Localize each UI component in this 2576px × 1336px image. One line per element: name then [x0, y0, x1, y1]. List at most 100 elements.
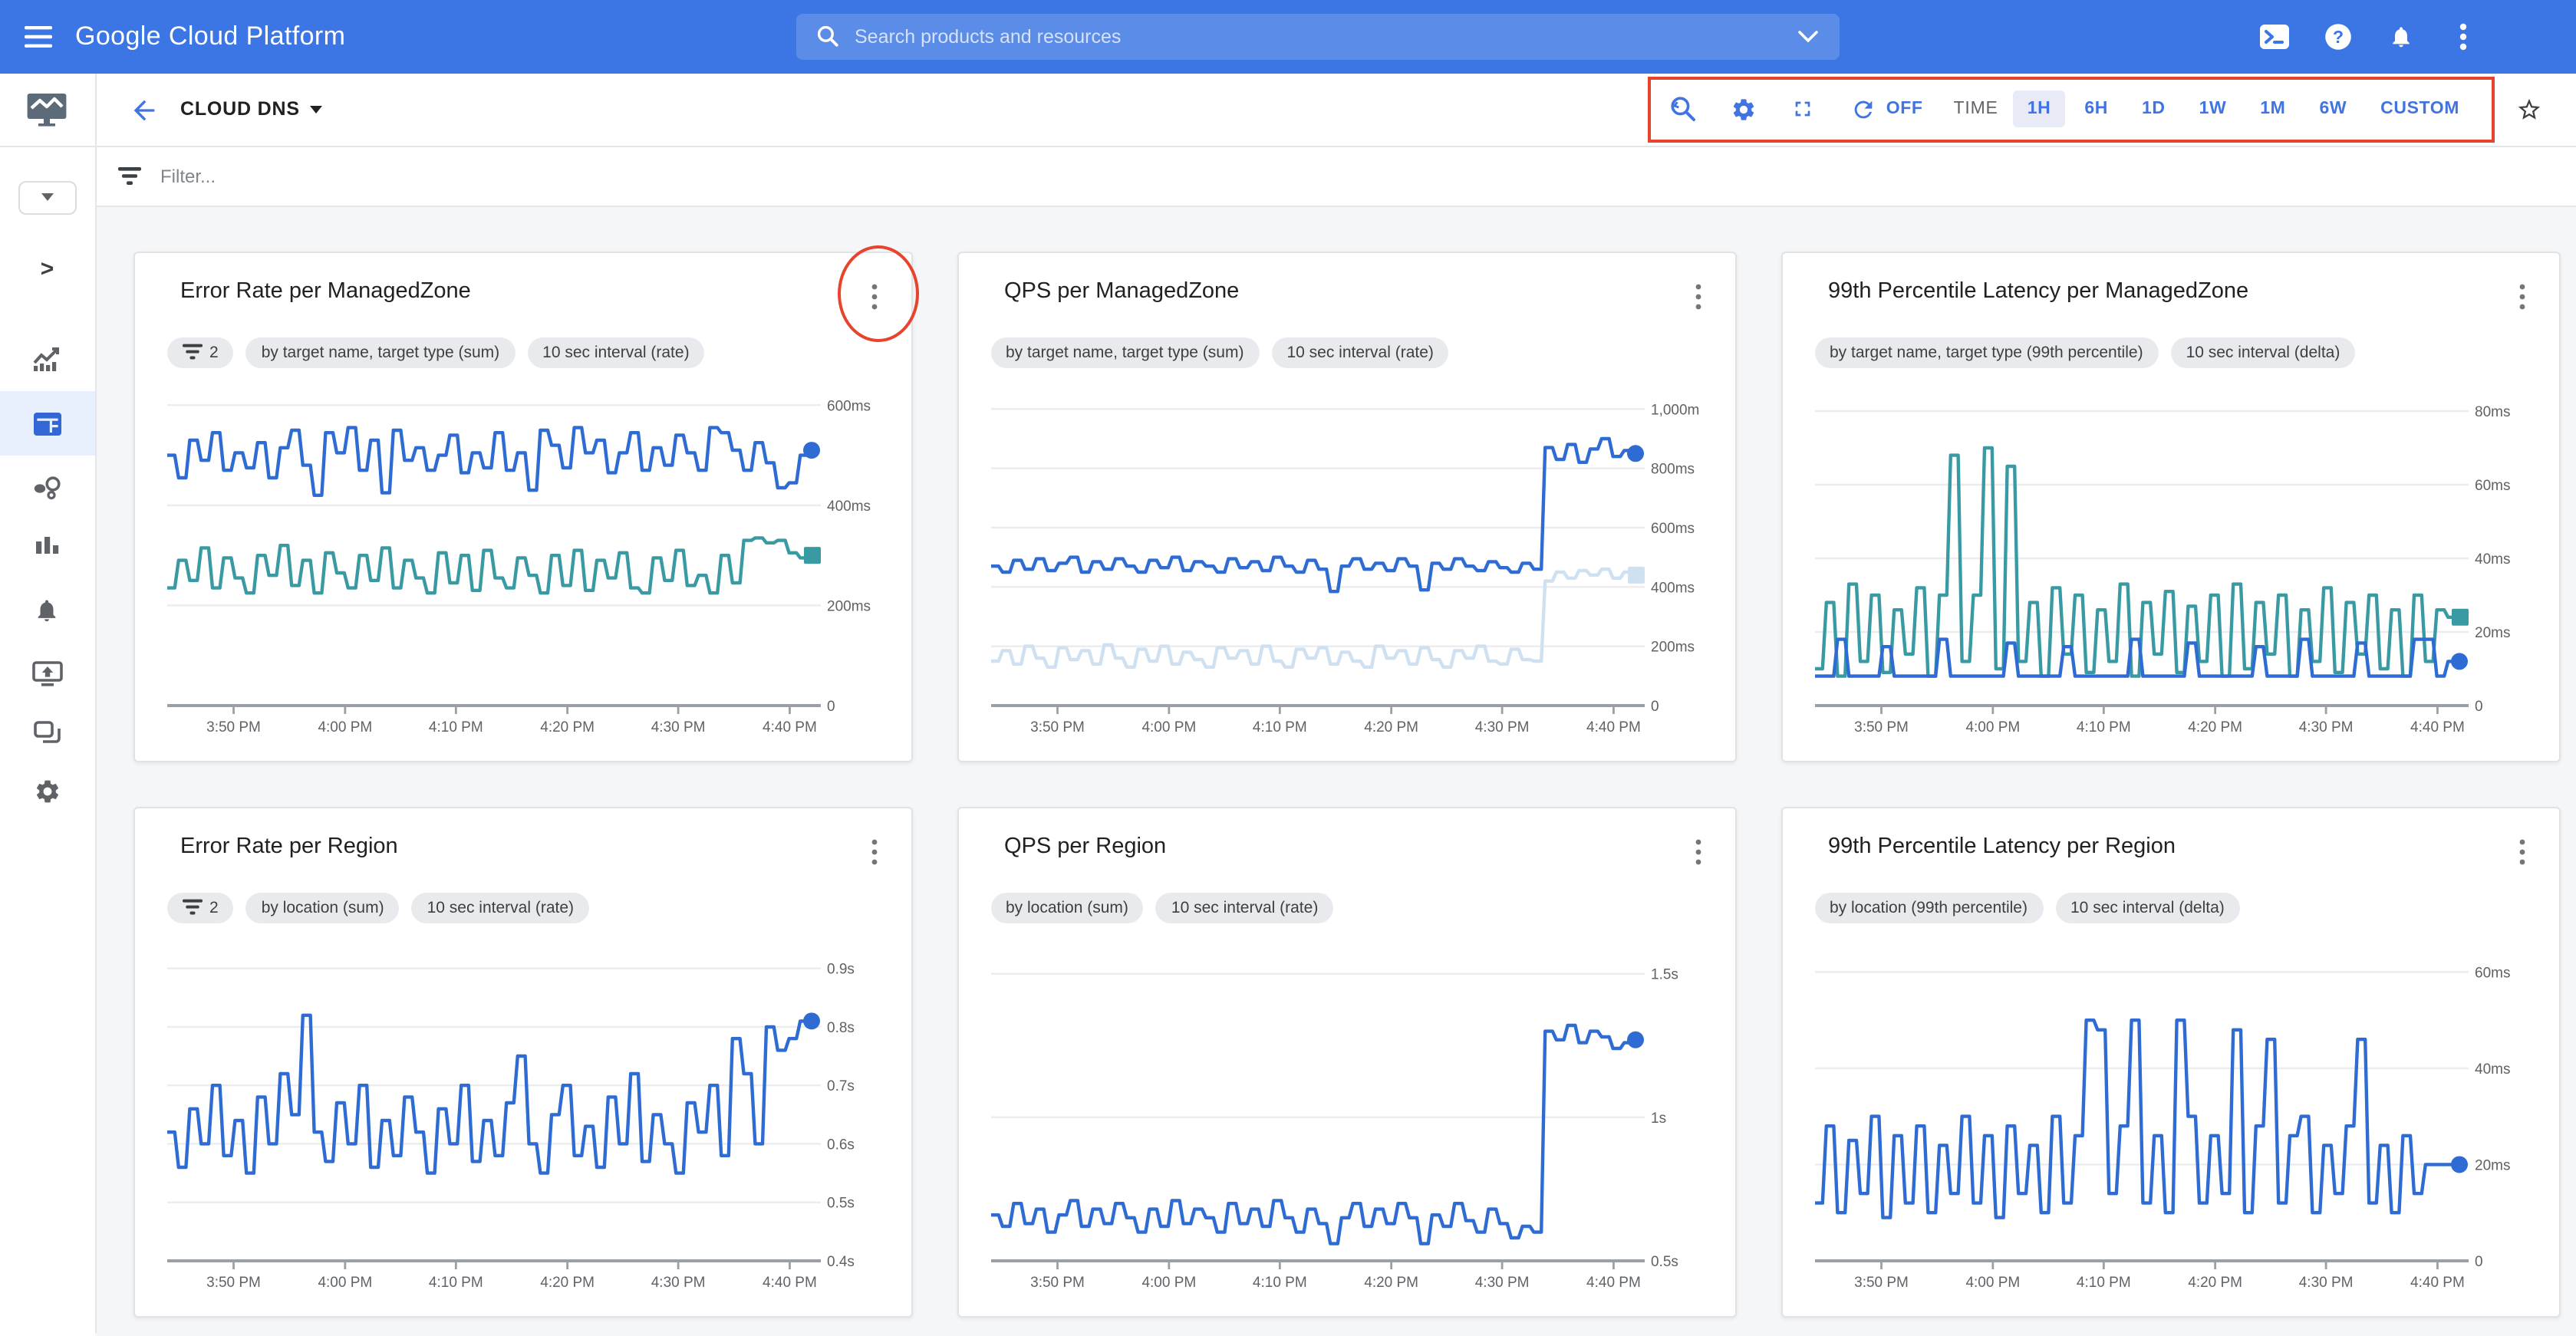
chart-plot[interactable]: 60ms40ms20ms03:50 PM4:00 PM4:10 PM4:20 P…	[1814, 938, 2523, 1294]
more-options-icon[interactable]	[1682, 834, 1713, 870]
svg-text:80ms: 80ms	[2474, 403, 2509, 420]
filter-count-chip[interactable]: 2	[166, 892, 234, 923]
fullscreen-icon[interactable]	[1790, 96, 1817, 123]
filter-count-chip[interactable]: 2	[166, 337, 234, 367]
search-placeholder: Search products and resources	[855, 25, 1798, 47]
notifications-icon[interactable]	[2386, 22, 2415, 51]
metric-badge[interactable]: by location (sum)	[990, 892, 1144, 923]
chart-card-qps-region: QPS per Region by location (sum) 10 sec i…	[957, 806, 1736, 1317]
chart-plot[interactable]: 80ms60ms40ms20ms03:50 PM4:00 PM4:10 PM4:…	[1814, 383, 2523, 739]
chart-plot[interactable]: 0.9s0.8s0.7s0.6s0.5s0.4s3:50 PM4:00 PM4:…	[166, 938, 875, 1294]
svg-text:0: 0	[826, 698, 835, 714]
svg-text:3:50 PM: 3:50 PM	[1029, 719, 1084, 735]
sidebar-item-scope-selector[interactable]	[0, 180, 94, 214]
sidebar-item-dashboards[interactable]	[0, 412, 94, 435]
svg-text:4:40 PM: 4:40 PM	[762, 719, 816, 735]
more-options-icon[interactable]	[858, 834, 889, 870]
main-area: CLOUD DNS OFF	[94, 73, 2576, 1333]
svg-text:600ms: 600ms	[826, 397, 870, 413]
svg-text:60ms: 60ms	[2474, 964, 2509, 980]
sidebar-item-metrics-explorer[interactable]	[0, 535, 94, 558]
monitoring-logo-icon[interactable]	[0, 91, 94, 127]
chart-title: 99th Percentile Latency per Region	[1828, 834, 2176, 858]
app-bar-actions: ?	[2260, 0, 2478, 73]
sidebar-item-metrics-overview[interactable]	[0, 344, 94, 370]
time-range-custom[interactable]: CUSTOM	[2367, 91, 2473, 128]
metric-badge[interactable]: by location (99th percentile)	[1814, 892, 2043, 923]
auto-refresh-off-label[interactable]: OFF	[1886, 100, 1923, 119]
svg-text:60ms: 60ms	[2474, 477, 2509, 493]
metric-badge[interactable]: 10 sec interval (rate)	[412, 892, 589, 923]
sidebar-expand-icon[interactable]: >	[0, 255, 94, 281]
menu-icon[interactable]	[21, 20, 55, 54]
sidebar: >	[0, 73, 96, 1333]
badge-row: 2 by location (sum) 10 sec interval (rate)	[166, 892, 878, 923]
chevron-down-icon[interactable]	[1798, 30, 1818, 42]
chart-title: Error Rate per ManagedZone	[180, 278, 471, 303]
metric-badge[interactable]: 10 sec interval (rate)	[1156, 892, 1333, 923]
svg-text:0: 0	[2474, 1253, 2482, 1269]
svg-text:0: 0	[2474, 698, 2482, 714]
svg-text:3:50 PM: 3:50 PM	[206, 1274, 260, 1290]
more-options-icon[interactable]	[1682, 278, 1713, 315]
filter-bar[interactable]: Filter...	[94, 147, 2576, 206]
metric-badge[interactable]: 10 sec interval (rate)	[1271, 337, 1448, 367]
metric-badge[interactable]: 10 sec interval (delta)	[2055, 892, 2240, 923]
chart-plot[interactable]: 1,000ms800ms600ms400ms200ms03:50 PM4:00 …	[990, 383, 1699, 739]
app-title[interactable]: Google Cloud Platform	[75, 21, 345, 52]
chart-card-error-rate-region: Error Rate per Region 2by location (sum)…	[133, 806, 912, 1317]
more-options-icon[interactable]	[858, 278, 889, 315]
metric-badge[interactable]: by target name, target type (sum)	[990, 337, 1259, 367]
sidebar-item-alerting[interactable]	[0, 596, 94, 624]
more-vert-icon[interactable]	[2449, 22, 2478, 51]
sidebar-divider	[0, 146, 94, 147]
search-input[interactable]: Search products and resources	[796, 13, 1840, 59]
time-range-group: 1H6H1D1W1M6WCUSTOM	[2014, 91, 2473, 128]
svg-text:0: 0	[1650, 698, 1659, 714]
metric-badge[interactable]: by target name, target type (sum)	[246, 337, 515, 367]
svg-text:0.5s: 0.5s	[826, 1195, 854, 1211]
app-bar: Google Cloud Platform Search products an…	[0, 0, 2576, 73]
svg-text:3:50 PM: 3:50 PM	[206, 719, 260, 735]
svg-text:4:40 PM: 4:40 PM	[1586, 719, 1640, 735]
time-range-1w[interactable]: 1W	[2186, 91, 2241, 128]
badge-row: by target name, target type (99th percen…	[1814, 337, 2526, 367]
svg-text:4:00 PM: 4:00 PM	[317, 1274, 371, 1290]
svg-text:0.4s: 0.4s	[826, 1253, 854, 1269]
chart-plot[interactable]: 1.5s1s0.5s3:50 PM4:00 PM4:10 PM4:20 PM4:…	[990, 938, 1699, 1294]
svg-text:3:50 PM: 3:50 PM	[1853, 719, 1908, 735]
sidebar-item-groups[interactable]	[0, 720, 94, 745]
chart-plot[interactable]: 600ms400ms200ms03:50 PM4:00 PM4:10 PM4:2…	[166, 383, 875, 739]
caret-down-icon	[311, 106, 323, 114]
sidebar-item-uptime-checks[interactable]	[0, 660, 94, 686]
metric-badge[interactable]: by location (sum)	[246, 892, 400, 923]
time-range-6w[interactable]: 6W	[2305, 91, 2360, 128]
metric-badge[interactable]: by target name, target type (99th percen…	[1814, 337, 2159, 367]
dashboard-context-selector[interactable]: CLOUD DNS	[180, 73, 323, 146]
settings-icon[interactable]	[1730, 96, 1757, 123]
sidebar-item-services[interactable]	[0, 475, 94, 501]
annotation-box: OFF TIME 1H6H1D1W1M6WCUSTOM	[1649, 77, 2495, 143]
favorite-star-icon[interactable]	[2516, 97, 2542, 123]
cloud-shell-icon[interactable]	[2260, 22, 2289, 51]
sidebar-item-settings[interactable]	[0, 777, 94, 805]
time-range-6h[interactable]: 6H	[2070, 91, 2122, 128]
chart-card-qps-managedzone: QPS per ManagedZone by target name, targ…	[957, 251, 1736, 762]
svg-text:200ms: 200ms	[1650, 639, 1694, 655]
metric-badge[interactable]: 10 sec interval (rate)	[527, 337, 704, 367]
badge-row: by target name, target type (sum) 10 sec …	[990, 337, 1702, 367]
time-range-1d[interactable]: 1D	[2128, 91, 2179, 128]
time-range-1h[interactable]: 1H	[2014, 91, 2065, 128]
metric-badge[interactable]: 10 sec interval (delta)	[2171, 337, 2356, 367]
svg-text:4:40 PM: 4:40 PM	[2410, 719, 2464, 735]
svg-text:0.5s: 0.5s	[1650, 1253, 1678, 1269]
more-options-icon[interactable]	[2506, 834, 2537, 870]
zoom-reset-icon[interactable]	[1670, 96, 1698, 123]
time-range-1m[interactable]: 1M	[2246, 91, 2299, 128]
more-options-icon[interactable]	[2506, 278, 2537, 315]
chart-card-latency-managedzone: 99th Percentile Latency per ManagedZone …	[1780, 251, 2560, 762]
help-icon[interactable]: ?	[2323, 22, 2352, 51]
chart-title: QPS per Region	[1004, 834, 1166, 858]
auto-refresh-icon[interactable]	[1850, 96, 1877, 123]
back-arrow-icon[interactable]	[127, 93, 160, 127]
